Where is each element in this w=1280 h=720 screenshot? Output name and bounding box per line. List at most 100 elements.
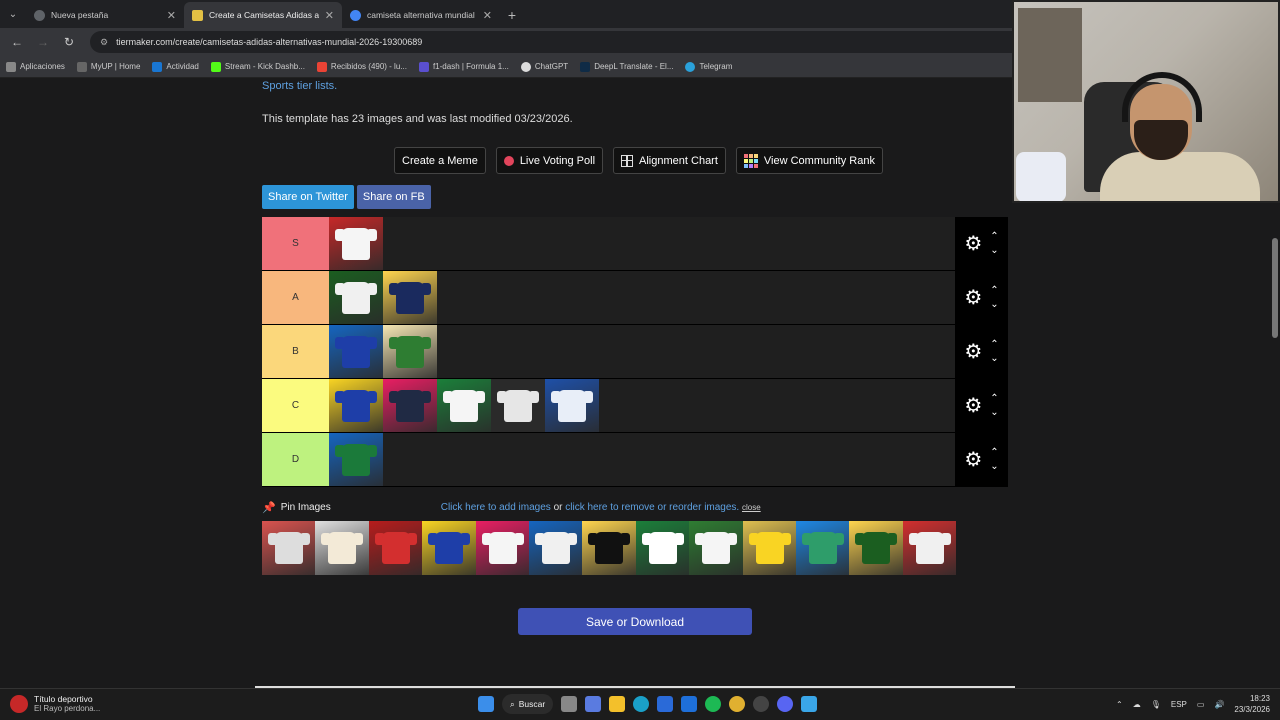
microphone-icon[interactable]: 🎙 [1151,700,1161,709]
remove-reorder-link[interactable]: click here to remove or reorder images. [565,502,739,513]
jersey-image[interactable] [329,271,383,324]
address-bar[interactable]: ⚙ tiermaker.com/create/camisetas-adidas-… [90,31,1070,53]
news-widget[interactable]: Título deportivo El Rayo perdona... [10,694,100,713]
tab-close-icon[interactable]: ✕ [483,9,492,22]
jersey-image[interactable] [329,433,383,486]
tier-drop-zone[interactable] [329,271,955,324]
volume-icon[interactable]: 🔊 [1214,700,1224,709]
tier-drop-zone[interactable] [329,433,955,486]
onedrive-icon[interactable]: ☁ [1133,700,1141,709]
task-view-icon[interactable] [561,696,578,712]
pool-jersey-image[interactable] [849,521,903,575]
save-or-download-button[interactable]: Save or Download [518,608,752,635]
move-up-icon[interactable]: ⌃ [990,339,998,350]
alignment-chart-button[interactable]: Alignment Chart [613,147,726,174]
pool-jersey-image[interactable] [902,521,957,575]
sports-tier-lists-link[interactable]: Sports tier lists. [262,80,337,92]
tab-search-icon[interactable]: ⌄ [0,0,26,28]
bookmark-myup[interactable]: MyUP | Home [76,61,140,72]
community-rank-button[interactable]: View Community Rank [735,147,883,174]
move-down-icon[interactable]: ⌄ [990,461,998,472]
pool-jersey-image[interactable] [368,521,423,575]
clock[interactable]: 18:23 23/3/2026 [1234,693,1270,715]
bookmark-chatgpt[interactable]: ChatGPT [520,61,568,72]
network-icon[interactable]: ▭ [1197,700,1205,709]
move-up-icon[interactable]: ⌃ [990,393,998,404]
jersey-image[interactable] [383,271,437,324]
tier-drop-zone[interactable] [329,325,955,378]
move-up-icon[interactable]: ⌃ [990,447,998,458]
reload-icon[interactable]: ↻ [58,31,80,53]
move-down-icon[interactable]: ⌄ [990,245,998,256]
add-images-link[interactable]: Click here to add images [441,502,551,513]
move-down-icon[interactable]: ⌄ [990,407,998,418]
live-voting-poll-button[interactable]: Live Voting Poll [495,147,604,174]
bookmark-kick[interactable]: Stream - Kick Dashb... [210,61,305,72]
pool-jersey-image[interactable] [582,521,636,575]
tier-label[interactable]: B [262,325,329,378]
spotify-icon[interactable] [705,696,722,712]
bookmark-telegram[interactable]: Telegram [685,61,732,72]
tab-google-search[interactable]: camiseta alternativa mundial 2( ✕ [342,2,500,28]
obs-icon[interactable] [753,696,770,712]
tab-nueva-pestana[interactable]: Nueva pestaña ✕ [26,2,184,28]
close-link[interactable]: close [742,503,761,512]
bookmark-actividad[interactable]: Actividad [152,61,199,72]
language-indicator[interactable]: ESP [1171,700,1187,709]
tier-drop-zone[interactable] [329,217,955,270]
back-arrow-icon[interactable]: ← [6,31,28,53]
tier-drop-zone[interactable] [329,379,955,432]
bookmark-aplicaciones[interactable]: Aplicaciones [6,61,65,72]
pool-jersey-image[interactable] [475,521,529,575]
jersey-image[interactable] [491,379,545,432]
move-up-icon[interactable]: ⌃ [990,231,998,242]
gear-icon[interactable]: ⚙ [964,339,982,364]
share-fb-button[interactable]: Share on FB [356,185,431,209]
pool-jersey-image[interactable] [422,521,476,575]
tab-close-icon[interactable]: ✕ [325,9,334,22]
create-meme-button[interactable]: Create a Meme [394,147,486,174]
tier-label[interactable]: S [262,217,329,270]
gear-icon[interactable]: ⚙ [964,447,982,472]
jersey-image[interactable] [437,379,491,432]
gear-icon[interactable]: ⚙ [964,285,982,310]
scrollbar-thumb[interactable] [1272,238,1278,338]
edge-icon[interactable] [633,696,650,712]
jersey-image[interactable] [383,325,437,378]
move-down-icon[interactable]: ⌄ [990,299,998,310]
file-explorer-icon[interactable] [609,696,626,712]
tab-close-icon[interactable]: ✕ [167,9,176,22]
gear-icon[interactable]: ⚙ [964,231,982,256]
jersey-image[interactable] [329,325,383,378]
pool-jersey-image[interactable] [528,521,583,575]
jersey-image[interactable] [329,379,383,432]
site-info-icon[interactable]: ⚙ [100,37,108,48]
store-icon[interactable] [657,696,674,712]
jersey-image[interactable] [383,379,437,432]
move-down-icon[interactable]: ⌄ [990,353,998,364]
tray-chevron-icon[interactable]: ⌃ [1116,700,1123,709]
tab-tiermaker[interactable]: Create a Camisetas Adidas alte ✕ [184,2,342,28]
tier-label[interactable]: C [262,379,329,432]
pool-jersey-image[interactable] [315,521,369,575]
move-up-icon[interactable]: ⌃ [990,285,998,296]
bookmark-gmail[interactable]: Recibidos (490) - lu... [316,61,407,72]
pool-jersey-image[interactable] [742,521,796,575]
chrome-icon[interactable] [729,696,746,712]
pool-jersey-image[interactable] [262,521,316,575]
gear-icon[interactable]: ⚙ [964,393,982,418]
widgets-icon[interactable] [585,696,602,712]
jersey-image[interactable] [545,379,599,432]
taskbar-search[interactable]: ⌕ Buscar [502,694,554,714]
windows-start-icon[interactable] [478,696,494,712]
pin-images-toggle[interactable]: 📌 Pin Images [262,501,331,514]
mail-icon[interactable] [681,696,698,712]
tier-label[interactable]: A [262,271,329,324]
new-tab-plus-icon[interactable]: + [500,2,524,28]
pool-jersey-image[interactable] [795,521,850,575]
tier-label[interactable]: D [262,433,329,486]
pool-jersey-image[interactable] [689,521,743,575]
bookmark-f1dash[interactable]: f1-dash | Formula 1... [418,61,509,72]
bookmark-deepl[interactable]: DeepL Translate - El... [580,61,673,72]
discord-icon[interactable] [777,696,794,712]
